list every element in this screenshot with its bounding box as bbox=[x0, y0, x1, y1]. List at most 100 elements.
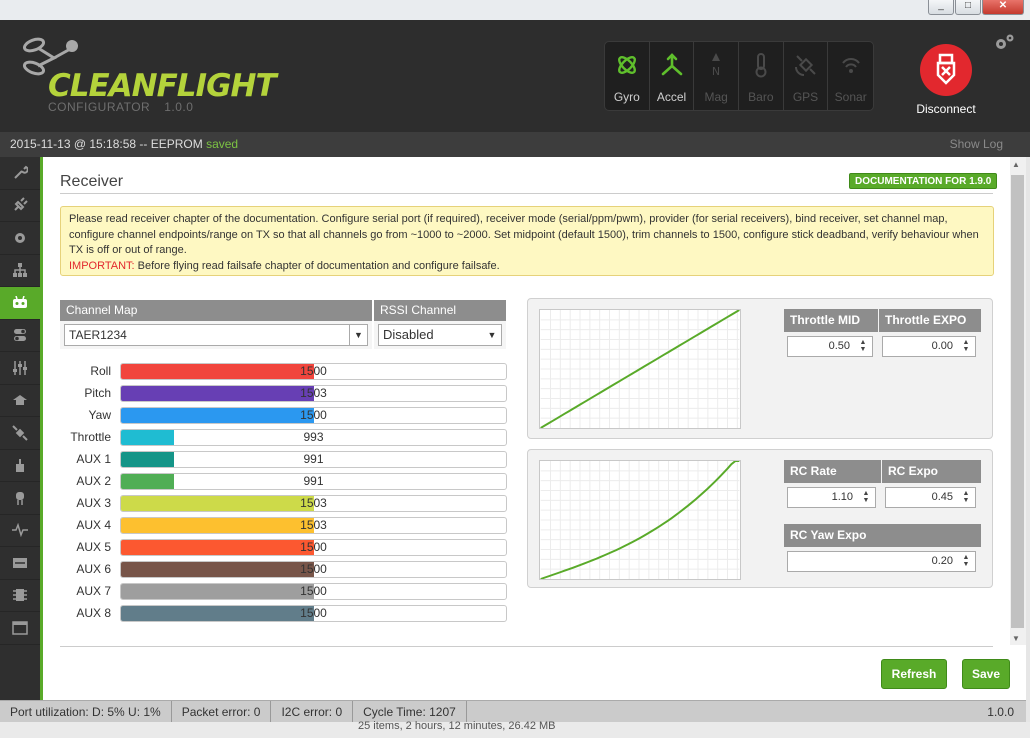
channel-row: AUX 4 1503 bbox=[43, 515, 508, 535]
disconnect-button[interactable]: Disconnect bbox=[908, 44, 984, 118]
channel-value: 1500 bbox=[300, 408, 327, 422]
sidebar-item-ports[interactable] bbox=[0, 190, 40, 222]
rssi-channel-header: RSSI Channel bbox=[374, 300, 506, 321]
receiver-icon bbox=[13, 295, 27, 308]
window-edge bbox=[1026, 157, 1030, 738]
spinner-arrows-icon[interactable]: ▲ ▼ bbox=[860, 490, 872, 505]
sidebar-item-setup[interactable] bbox=[0, 157, 40, 190]
plug-icon bbox=[14, 197, 28, 211]
sidebar-item-receiver[interactable] bbox=[0, 287, 40, 320]
channel-row: AUX 3 1503 bbox=[43, 493, 508, 513]
scroll-up-arrow-icon[interactable]: ▲ bbox=[1012, 160, 1020, 169]
scroll-down-arrow-icon[interactable]: ▼ bbox=[1012, 634, 1020, 643]
sensor-label: GPS bbox=[792, 90, 819, 104]
rc-rate-panel: RC Rate 1.10 ▲ ▼ RC Expo 0.45 ▲ ▼ RC Yaw Exp… bbox=[527, 449, 993, 588]
channel-label: AUX 7 bbox=[76, 584, 111, 598]
channel-label: AUX 4 bbox=[76, 518, 111, 532]
throttle-mid-header: Throttle MID bbox=[784, 309, 878, 332]
channel-bar: 1503 bbox=[120, 517, 507, 534]
app-window: _ □ ✕ CLEANFLIGHT CONFIGURATOR 1.0.0 Gyro bbox=[0, 0, 1030, 738]
refresh-button[interactable]: Refresh bbox=[881, 659, 947, 689]
spinner-arrows-icon[interactable]: ▲ ▼ bbox=[960, 339, 972, 354]
background-window-text: 25 items, 2 hours, 12 minutes, 26.42 MB bbox=[358, 720, 556, 732]
sidebar-item-tethered-logging[interactable] bbox=[0, 547, 40, 580]
channel-bar: 1500 bbox=[120, 363, 507, 380]
spinner-arrows-icon[interactable]: ▲ ▼ bbox=[960, 490, 972, 505]
sidebar-item-servos[interactable] bbox=[0, 385, 40, 417]
throttle-expo-cell: Throttle EXPO 0.00 ▲ ▼ bbox=[879, 309, 981, 357]
sidebar-item-sensors[interactable] bbox=[0, 515, 40, 547]
scrollbar-thumb[interactable] bbox=[1011, 175, 1024, 628]
rssi-channel-select[interactable]: Disabled ▼ bbox=[378, 324, 502, 346]
settings-gear-icon[interactable] bbox=[992, 32, 1016, 52]
toggle-icon bbox=[14, 329, 26, 342]
rc-rate-input[interactable]: 1.10 ▲ ▼ bbox=[787, 487, 876, 508]
channel-value: 993 bbox=[303, 430, 324, 444]
channel-row: AUX 2 991 bbox=[43, 471, 508, 491]
channel-map-select[interactable]: TAER1234 ▼ bbox=[64, 324, 368, 346]
maximize-button[interactable]: □ bbox=[955, 0, 981, 15]
satellite-icon bbox=[12, 425, 28, 441]
sidebar-item-cli[interactable] bbox=[0, 612, 40, 645]
documentation-button[interactable]: DOCUMENTATION FOR 1.9.0 bbox=[849, 173, 998, 189]
spinner-arrows-icon[interactable]: ▲ ▼ bbox=[857, 339, 869, 354]
channel-row: Throttle 993 bbox=[43, 427, 508, 447]
title-divider bbox=[60, 193, 993, 194]
sensor-accel: Accel bbox=[650, 42, 695, 110]
sidebar-item-configuration[interactable] bbox=[0, 222, 40, 255]
logo-wordmark: CLEANFLIGHT bbox=[48, 68, 277, 104]
channel-bar: 1503 bbox=[120, 495, 507, 512]
rssi-channel-container: Disabled ▼ bbox=[374, 321, 506, 349]
servo-icon bbox=[13, 395, 27, 406]
minimize-button[interactable]: _ bbox=[928, 0, 954, 15]
sensor-label: Sonar bbox=[834, 90, 867, 104]
rc-rate-value: 1.10 bbox=[831, 491, 853, 503]
motor-icon bbox=[16, 459, 24, 473]
thermometer-icon bbox=[748, 52, 774, 78]
terminal-icon bbox=[12, 621, 28, 635]
throttle-expo-input[interactable]: 0.00 ▲ ▼ bbox=[882, 336, 976, 357]
channel-value: 1500 bbox=[300, 364, 327, 378]
channel-map-header: Channel Map bbox=[60, 300, 372, 321]
port-utilization: Port utilization: D: 5% U: 1% bbox=[0, 701, 172, 722]
sidebar-item-led-strip[interactable] bbox=[0, 482, 40, 515]
log-icon bbox=[13, 557, 27, 568]
rc-expo-input[interactable]: 0.45 ▲ ▼ bbox=[885, 487, 976, 508]
sidebar-item-gps[interactable] bbox=[0, 417, 40, 450]
show-log-link[interactable]: Show Log bbox=[950, 132, 1003, 156]
channel-bar: 1500 bbox=[120, 605, 507, 622]
channel-value: 1500 bbox=[300, 606, 327, 620]
packet-error: Packet error: 0 bbox=[172, 701, 272, 722]
close-button[interactable]: ✕ bbox=[982, 0, 1024, 15]
rssi-channel-value: Disabled bbox=[383, 327, 434, 342]
chevron-down-icon: ▼ bbox=[349, 325, 367, 345]
network-icon bbox=[13, 263, 27, 278]
channel-label: AUX 3 bbox=[76, 496, 111, 510]
gear-icon bbox=[15, 232, 25, 243]
channel-row: Yaw 1500 bbox=[43, 405, 508, 425]
throttle-mid-cell: Throttle MID 0.50 ▲ ▼ bbox=[784, 309, 878, 357]
channel-value: 991 bbox=[303, 452, 324, 466]
i2c-error: I2C error: 0 bbox=[271, 701, 354, 722]
save-button[interactable]: Save bbox=[962, 659, 1010, 689]
sidebar-item-modes[interactable] bbox=[0, 320, 40, 352]
sensor-gyro: Gyro bbox=[605, 42, 650, 110]
rc-yaw-expo-input[interactable]: 0.20 ▲ ▼ bbox=[787, 551, 976, 572]
channel-label: AUX 5 bbox=[76, 540, 111, 554]
channel-label: AUX 6 bbox=[76, 562, 111, 576]
sidebar-item-failsafe[interactable] bbox=[0, 255, 40, 287]
cycle-time: Cycle Time: 1207 bbox=[353, 701, 467, 722]
logo-subtitle: CONFIGURATOR 1.0.0 bbox=[48, 100, 193, 114]
channel-label: Pitch bbox=[84, 386, 111, 400]
sidebar-item-motors[interactable] bbox=[0, 450, 40, 482]
log-message: 2015-11-13 @ 15:18:58 -- EEPROM bbox=[10, 137, 207, 151]
wrench-icon bbox=[14, 165, 28, 179]
throttle-mid-input[interactable]: 0.50 ▲ ▼ bbox=[787, 336, 873, 357]
channel-row: AUX 5 1500 bbox=[43, 537, 508, 557]
sidebar-item-adjustments[interactable] bbox=[0, 352, 40, 385]
rc-curve-graph bbox=[539, 460, 741, 580]
rc-expo-header: RC Expo bbox=[882, 460, 981, 483]
sidebar-item-dataflash[interactable] bbox=[0, 580, 40, 612]
sensor-label: Accel bbox=[656, 90, 687, 104]
spinner-arrows-icon[interactable]: ▲ ▼ bbox=[960, 554, 972, 569]
